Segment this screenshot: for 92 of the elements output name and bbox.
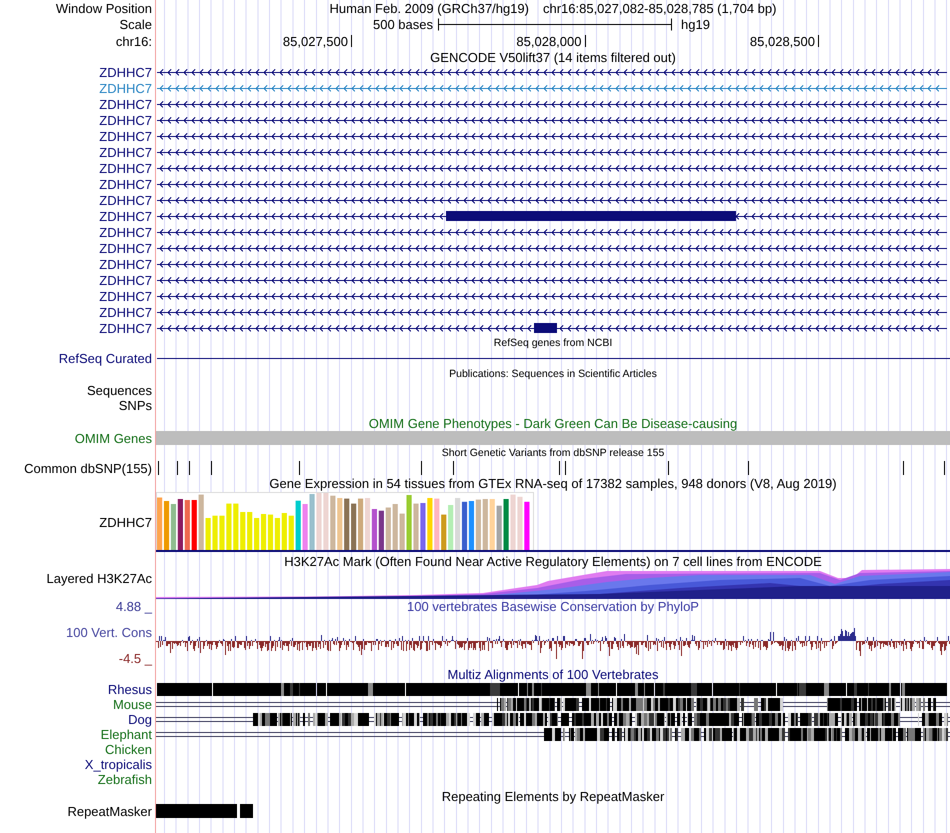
track-title: Publications: Sequences in Scientific Articles [449,367,657,382]
species-label[interactable]: Rhesus [108,682,152,697]
track-label[interactable]: Common dbSNP(155) [24,460,152,476]
transcript-label[interactable]: ZDHHC7 [99,112,152,128]
snp-tick [559,461,560,475]
position-label: 85,028,500 [750,34,815,49]
snp-tick [421,461,422,475]
position-label: 85,027,500 [282,34,348,49]
transcript-label[interactable]: ZDHHC7 [99,176,152,192]
position-tick [818,35,819,47]
snp-tick [565,461,566,475]
expression-bar [192,500,197,550]
expression-bar [296,500,301,550]
row-label: Scale [119,17,152,32]
expression-bar [496,506,502,550]
transcript-label[interactable]: ZDHHC7 [99,320,152,336]
expression-bar [282,513,287,550]
transcript-label[interactable]: ZDHHC7 [99,288,152,304]
track-title: Gene Expression in 54 tissues from GTEx RNA-seq of 17382 samples, 948 donors (V8, Aug 2019) [269,476,837,491]
row-label: Window Position [56,0,152,16]
track-label[interactable]: RefSeq Curated [58,351,152,366]
scale-assembly: hg19 [681,17,710,32]
row-label: chr16: [116,34,152,49]
transcript-label[interactable]: ZDHHC7 [99,272,152,288]
transcript-label[interactable]: ZDHHC7 [99,256,152,272]
snp-tick [944,461,945,475]
expression-bar [184,500,190,550]
track-label[interactable]: Layered H3K27Ac [46,571,152,586]
repeat-block [240,804,253,818]
expression-bar [233,504,238,550]
transcript-label[interactable]: ZDHHC7 [99,144,152,160]
position-label: 85,028,000 [516,34,582,49]
track-title: Short Genetic Variants from dbSNP release 155 [442,446,664,460]
transcript-label[interactable]: ZDHHC7 [99,80,152,96]
expression-bar [386,508,391,550]
expression-bar [240,512,246,550]
position-tick [351,35,352,47]
expression-bar [344,498,350,550]
scale-length: 500 bases [373,17,433,32]
axis-min-label: -4.5 _ [118,651,152,666]
snp-tick [668,461,669,475]
track-title: Repeating Elements by RepeatMasker [442,789,664,804]
snp-tick [453,461,454,475]
snp-tick [211,461,212,475]
expression-bar [247,512,252,550]
track-title: 100 vertebrates Basewise Conservation by PhyloP [407,599,699,614]
expression-bar [490,499,495,550]
track-label[interactable]: SNPs [118,398,152,413]
species-label[interactable]: X_tropicalis [84,757,152,772]
species-label[interactable]: Elephant [100,727,152,742]
transcript-label[interactable]: ZDHHC7 [99,160,152,176]
transcript-label[interactable]: ZDHHC7 [99,128,152,144]
track-title: GENCODE V50lift37 (14 items filtered out) [430,50,676,64]
snp-tick [299,461,300,475]
transcript-label[interactable]: ZDHHC7 [99,304,152,320]
species-label[interactable]: Mouse [112,697,152,712]
expression-bar [392,504,398,550]
track-label[interactable]: ZDHHC7 [99,514,152,530]
track-label[interactable]: 100 Vert. Cons [66,625,152,640]
expression-bar [337,498,342,550]
transcript-label[interactable]: ZDHHC7 [99,96,152,112]
snp-tick [177,461,178,475]
transcript-label[interactable]: ZDHHC7 [99,224,152,240]
species-label[interactable]: Zebrafish [98,772,152,787]
position-text: chr16:85,027,082-85,028,785 (1,704 bp) [542,0,776,16]
expression-bar [434,498,440,550]
expression-bar [441,514,446,550]
track-title: Multiz Alignments of 100 Vertebrates [447,667,658,682]
expression-bar [482,499,488,550]
snp-tick [903,461,904,475]
assembly-name: Human Feb. 2009 (GRCh37/hg19) [330,0,529,16]
transcript-label[interactable]: ZDHHC7 [99,240,152,256]
track-title: OMIM Gene Phenotypes - Dark Green Can Be Disease-causing [368,416,738,431]
track-label[interactable]: Sequences [86,383,152,398]
expression-bar [198,494,204,550]
transcript-label[interactable]: ZDHHC7 [99,192,152,208]
snp-tick [748,461,749,475]
transcript-label[interactable]: ZDHHC7 [99,208,152,224]
axis-max-label: 4.88 _ [116,599,152,614]
snp-tick [158,461,159,475]
expression-bar [448,505,454,550]
expression-bar [288,516,294,550]
transcript-label[interactable]: ZDHHC7 [99,64,152,80]
track-label[interactable]: OMIM Genes [74,430,152,446]
species-label[interactable]: Chicken [105,742,152,757]
species-label[interactable]: Dog [128,712,152,727]
position-tick [584,35,586,47]
track-label[interactable]: RepeatMasker [67,804,152,818]
snp-tick [189,461,190,475]
track-title: H3K27Ac Mark (Often Found Near Active Regulatory Elements) on 7 cell lines from ENCODE [284,554,822,569]
track-title: RefSeq genes from NCBI [494,336,612,351]
exon-block [534,323,557,333]
